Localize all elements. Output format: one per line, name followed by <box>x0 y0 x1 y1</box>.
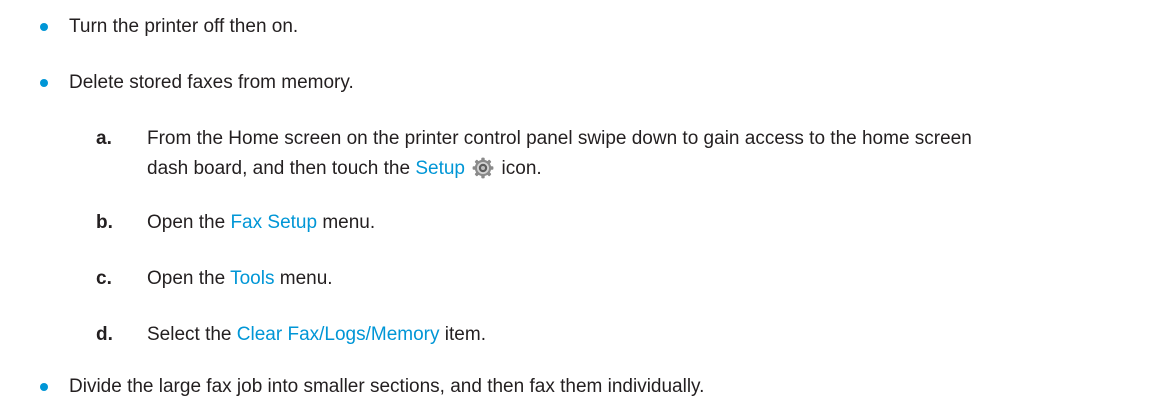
list-item: Divide the large fax job into smaller se… <box>40 372 1176 402</box>
step-letter: b. <box>96 212 113 233</box>
step-text: Open the Fax Setup menu. <box>147 208 1167 238</box>
bullet-icon <box>40 79 48 87</box>
step-a: a. From the Home screen on the printer c… <box>96 124 1176 184</box>
step-text: Open the Tools menu. <box>147 264 1167 294</box>
bullet-icon <box>40 23 48 31</box>
tools-link[interactable]: Tools <box>230 268 274 289</box>
step-text: From the Home screen on the printer cont… <box>147 124 1167 184</box>
clear-fax-logs-memory-link[interactable]: Clear Fax/Logs/Memory <box>237 324 440 345</box>
step-text-part: item. <box>439 324 486 345</box>
step-text-part: Open the <box>147 212 231 233</box>
step-text-part: icon. <box>496 158 542 179</box>
step-text-part: menu. <box>274 268 333 289</box>
step-line-2: dash board, and then touch the Setup ico… <box>147 154 1167 184</box>
step-text-part: Open the <box>147 268 231 289</box>
step-letter: d. <box>96 324 113 345</box>
step-text-part: menu. <box>317 212 376 233</box>
list-item: Delete stored faxes from memory. <box>40 68 1176 98</box>
list-item-text: Turn the printer off then on. <box>69 16 299 37</box>
step-letter: c. <box>96 268 112 289</box>
list-item: Turn the printer off then on. <box>40 12 1176 42</box>
step-b: b. Open the Fax Setup menu. <box>96 208 1176 238</box>
bullet-icon <box>40 383 48 391</box>
step-line-1: From the Home screen on the printer cont… <box>147 128 972 149</box>
step-d: d. Select the Clear Fax/Logs/Memory item… <box>96 320 1176 350</box>
step-text-part: Select the <box>147 324 237 345</box>
step-text: Select the Clear Fax/Logs/Memory item. <box>147 320 1167 350</box>
step-c: c. Open the Tools menu. <box>96 264 1176 294</box>
gear-icon <box>472 157 494 179</box>
step-letter: a. <box>96 128 112 149</box>
list-item-text: Divide the large fax job into smaller se… <box>69 376 705 397</box>
list-item-text: Delete stored faxes from memory. <box>69 72 354 93</box>
setup-link[interactable]: Setup <box>415 158 465 179</box>
fax-setup-link[interactable]: Fax Setup <box>230 212 317 233</box>
step-text-part: dash board, and then touch the <box>147 158 416 179</box>
